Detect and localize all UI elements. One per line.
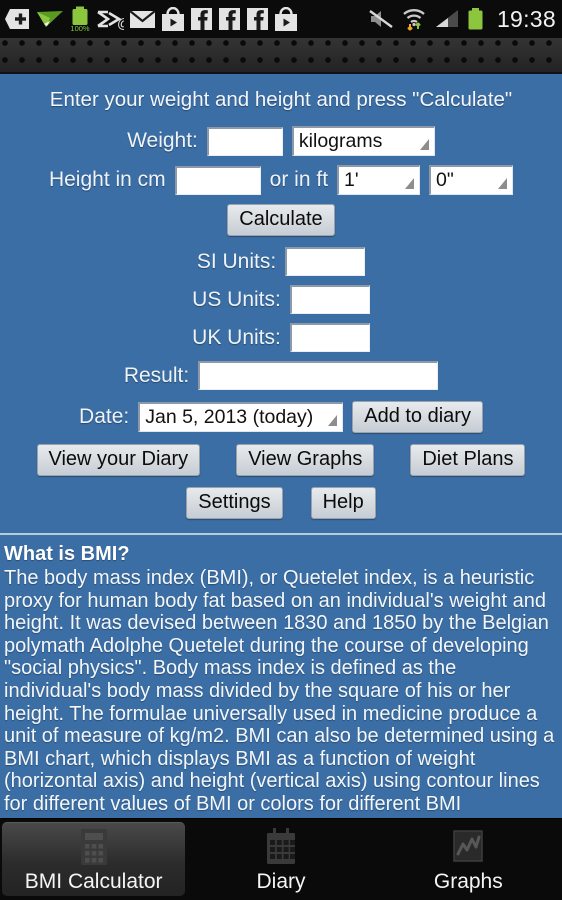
settings-help-row: Settings Help [0,487,562,519]
calculate-button[interactable]: Calculate [227,204,335,236]
height-or-label: or in ft [269,168,329,191]
plus-badge-icon [5,9,29,29]
height-feet-value: 1' [344,169,359,191]
cellular-signal-icon [435,10,458,27]
svg-text:@: @ [117,15,124,31]
status-bar-right-icons: 19:38 [368,6,556,33]
gmail-icon [129,10,156,28]
chevron-down-icon [419,139,429,150]
us-units-row: US Units: [0,285,562,314]
status-bar-clock: 19:38 [496,5,556,32]
status-bar-left-icons: 100% @ [4,6,368,32]
tab-label: Diary [256,869,306,893]
us-units-input[interactable] [289,285,370,314]
uk-units-row: UK Units: [0,323,562,352]
help-button[interactable]: Help [310,487,376,519]
uk-units-label: UK Units: [192,325,281,349]
height-inches-spinner[interactable]: 0" [429,165,514,195]
si-units-input[interactable] [285,247,366,276]
paper-plane-icon [37,11,63,27]
weight-unit-value: kilograms [298,130,383,152]
chevron-down-icon [405,178,415,189]
result-input[interactable] [198,361,439,390]
si-units-label: SI Units: [196,249,277,273]
article-section: What is BMI? The body mass index (BMI), … [0,535,562,818]
tab-graphs[interactable]: Graphs [377,822,560,896]
status-bar: 100% @ [0,0,562,38]
height-inches-value: 0" [436,169,454,191]
date-label: Date: [79,405,130,428]
calculate-row: Calculate [0,204,562,236]
tab-label: BMI Calculator [24,869,163,893]
article-title: What is BMI? [4,543,130,565]
calendar-icon [266,827,295,864]
perforated-divider [0,38,562,74]
mail-at-icon: @ [97,10,124,31]
view-graphs-button[interactable]: View Graphs [236,444,375,476]
height-feet-spinner[interactable]: 1' [337,165,421,195]
nav-buttons-row: View your Diary View Graphs Diet Plans [0,444,562,476]
height-label: Height in cm [48,168,166,191]
diet-plans-button[interactable]: Diet Plans [410,444,526,476]
facebook-icon-1 [191,8,212,30]
play-store-icon-2 [275,6,297,31]
tab-diary[interactable]: Diary [189,822,372,896]
article-body: The body mass index (BMI), or Quetelet i… [4,567,555,818]
result-row: Result: [0,361,562,390]
line-chart-icon [453,829,484,862]
bottom-tab-bar: BMI Calculator Diary Graphs [0,818,562,900]
tab-label: Graphs [433,869,503,893]
facebook-icon-2 [219,8,240,30]
si-units-row: SI Units: [0,247,562,276]
view-diary-button[interactable]: View your Diary [36,444,201,476]
weight-row: Weight: kilograms [0,126,562,156]
facebook-icon-3 [247,8,268,30]
bmi-form-panel: Enter your weight and height and press "… [0,74,562,535]
tab-bmi-calculator[interactable]: BMI Calculator [2,822,186,896]
height-row: Height in cm or in ft 1' 0" [0,165,562,195]
weight-label: Weight: [127,129,198,152]
settings-button[interactable]: Settings [186,487,283,519]
app-root: 100% @ [0,0,562,900]
add-to-diary-button[interactable]: Add to diary [352,401,483,433]
us-units-label: US Units: [192,287,281,311]
battery-percent-icon: 100% [70,6,90,32]
chevron-down-icon [498,178,508,189]
play-store-icon [162,6,184,31]
result-label: Result: [123,363,190,387]
date-row: Date: Jan 5, 2013 (today) Add to diary [0,401,562,433]
weight-input[interactable] [206,126,283,156]
weight-unit-spinner[interactable]: kilograms [291,126,435,156]
chevron-down-icon [328,415,338,426]
date-spinner[interactable]: Jan 5, 2013 (today) [138,402,344,432]
calculator-icon [80,828,107,865]
volume-muted-icon [369,10,393,28]
svg-text:100%: 100% [70,24,90,32]
wifi-transfer-icon [403,9,425,31]
date-value: Jan 5, 2013 (today) [145,406,314,428]
form-headline: Enter your weight and height and press "… [49,88,513,111]
uk-units-input[interactable] [289,323,370,352]
height-cm-input[interactable] [174,165,261,195]
battery-icon [468,8,483,30]
